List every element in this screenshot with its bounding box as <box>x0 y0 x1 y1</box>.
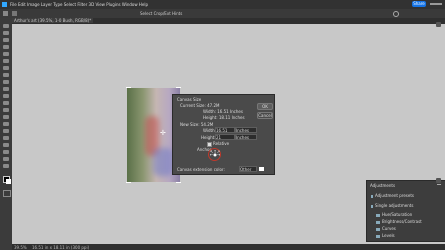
document-info: 16.51 in x 18.11 in (300 ppi) <box>32 245 90 250</box>
levels-item[interactable]: Levels <box>376 233 395 238</box>
current-size-label: Current Size: 47.2M <box>180 103 220 108</box>
blur-icon[interactable] <box>3 115 9 119</box>
adjustment-presets-label: Adjustment presets <box>375 193 414 198</box>
brightness-contrast-label: Brightness/Contrast <box>382 219 422 224</box>
adjustment-presets-item[interactable]: Adjustment presets <box>371 193 414 198</box>
crop-handle-top-left[interactable] <box>126 87 131 88</box>
crop-handle-bottom-right[interactable] <box>176 182 181 183</box>
brightness-contrast-item[interactable]: Brightness/Contrast <box>376 219 422 224</box>
hue-saturation-icon <box>376 213 380 217</box>
pen-icon[interactable] <box>3 129 9 133</box>
eyedropper-icon[interactable] <box>3 66 9 70</box>
canvas-blur-shape <box>153 148 173 176</box>
new-size-label: New Size: 54.2M <box>180 122 214 127</box>
window-controls-icon[interactable] <box>430 3 442 5</box>
zoom-icon[interactable] <box>3 164 9 168</box>
menu-item[interactable]: Help <box>139 2 148 7</box>
hue-saturation-label: Hue/Saturation <box>382 212 413 217</box>
menu-bar: File Edit Image Layer Type Select Filter… <box>0 0 445 9</box>
tools-panel <box>0 18 12 250</box>
menu-item[interactable]: Edit <box>18 2 26 7</box>
panel-title: Adjustments <box>370 183 396 188</box>
dodge-icon[interactable] <box>3 122 9 126</box>
anchor-arrows-icon[interactable]: ↖↑↗ ←●→ <box>210 150 220 157</box>
search-icon[interactable] <box>393 11 399 17</box>
crop-handle-top-right[interactable] <box>176 87 181 88</box>
adjustments-panel: Adjustments Adjustment presets Single ad… <box>366 180 445 242</box>
quick-select-icon[interactable] <box>3 45 9 49</box>
current-width: Width: 16.51 Inches <box>203 109 243 114</box>
cancel-button[interactable]: Cancel <box>257 112 273 119</box>
panel-menu-icon[interactable] <box>437 184 441 185</box>
brush-icon[interactable] <box>3 80 9 84</box>
clone-stamp-icon[interactable] <box>3 87 9 91</box>
options-label[interactable]: Select Crop/Ext Hints <box>140 11 182 16</box>
crosshair-icon: ✛ <box>160 129 166 137</box>
frame-icon[interactable] <box>3 59 9 63</box>
menu-item[interactable]: View <box>95 2 105 7</box>
height-input[interactable]: 21 <box>215 134 235 140</box>
lasso-icon[interactable] <box>3 38 9 42</box>
hand-icon[interactable] <box>3 157 9 161</box>
status-bar: 39.5% 16.51 in x 18.11 in (300 ppi) <box>12 244 445 250</box>
panel-expand-icon[interactable] <box>436 178 441 183</box>
menu-item[interactable]: Image <box>27 2 40 7</box>
menu-item[interactable]: 3D <box>89 2 95 7</box>
document-tab-bar: Arthur's art (39.5%, 1-0 Bush, RGB/8)* <box>12 18 445 24</box>
curves-label: Curves <box>382 226 396 231</box>
extension-color-select[interactable]: Other <box>239 166 257 172</box>
history-brush-icon[interactable] <box>3 94 9 98</box>
menu-item[interactable]: File <box>10 2 17 7</box>
eraser-icon[interactable] <box>3 101 9 105</box>
menu-items: File Edit Image Layer Type Select Filter… <box>10 2 148 7</box>
share-button[interactable]: Share <box>412 1 426 7</box>
canvas-size-dialog: Canvas Size Current Size: 47.2M Width: 1… <box>172 94 275 175</box>
menu-item[interactable]: Filter <box>77 2 87 7</box>
curves-item[interactable]: Curves <box>376 226 396 231</box>
tab-document[interactable]: Arthur's art (39.5%, 1-0 Bush, RGB/8)* <box>12 18 94 23</box>
levels-label: Levels <box>382 233 395 238</box>
height-label: Height: <box>201 135 216 140</box>
ps-logo-icon[interactable] <box>2 2 7 7</box>
quick-mask-icon[interactable] <box>3 190 11 197</box>
menu-item[interactable]: Plugins <box>106 2 120 7</box>
menu-item[interactable]: Layer <box>41 2 52 7</box>
marquee-icon[interactable] <box>3 31 9 35</box>
crop-handle-bottom-left[interactable] <box>126 182 131 183</box>
home-icon[interactable] <box>3 11 8 16</box>
relative-label: Relative <box>213 141 230 146</box>
chevron-icon <box>371 204 373 208</box>
healing-icon[interactable] <box>3 73 9 77</box>
width-unit-select[interactable]: Inches <box>235 127 257 133</box>
single-adjustments-item[interactable]: Single adjustments <box>371 203 413 208</box>
type-icon[interactable] <box>3 136 9 140</box>
menu-item[interactable]: Type <box>53 2 62 7</box>
ok-button[interactable]: OK <box>257 103 273 110</box>
panel-collapse-icon[interactable] <box>436 22 441 27</box>
curves-icon <box>376 227 380 231</box>
height-unit-select[interactable]: Inches <box>235 134 257 140</box>
menu-item[interactable]: Window <box>122 2 138 7</box>
crop-icon[interactable] <box>3 52 9 56</box>
menu-item[interactable]: Select <box>64 2 76 7</box>
brightness-contrast-icon <box>376 220 380 224</box>
single-adjustments-label: Single adjustments <box>375 203 414 208</box>
levels-icon <box>376 234 380 238</box>
path-select-icon[interactable] <box>3 143 9 147</box>
zoom-level[interactable]: 39.5% <box>14 245 27 250</box>
background-color-swatch[interactable] <box>6 179 11 184</box>
current-height: Height: 18.11 Inches <box>203 115 245 120</box>
anchor-highlight: ↖↑↗ ←●→ <box>208 148 221 161</box>
gradient-icon[interactable] <box>3 108 9 112</box>
chevron-icon <box>371 194 373 198</box>
dialog-title: Canvas Size <box>177 97 202 102</box>
move-icon[interactable] <box>3 24 9 28</box>
move-tool-icon[interactable] <box>12 11 17 16</box>
extension-color-label: Canvas extension color: <box>177 167 225 172</box>
extension-color-swatch[interactable] <box>259 167 264 171</box>
shape-icon[interactable] <box>3 150 9 154</box>
hue-saturation-item[interactable]: Hue/Saturation <box>376 212 412 217</box>
options-bar: Select Crop/Ext Hints <box>0 9 445 18</box>
width-input[interactable]: 16.51 <box>215 127 235 133</box>
